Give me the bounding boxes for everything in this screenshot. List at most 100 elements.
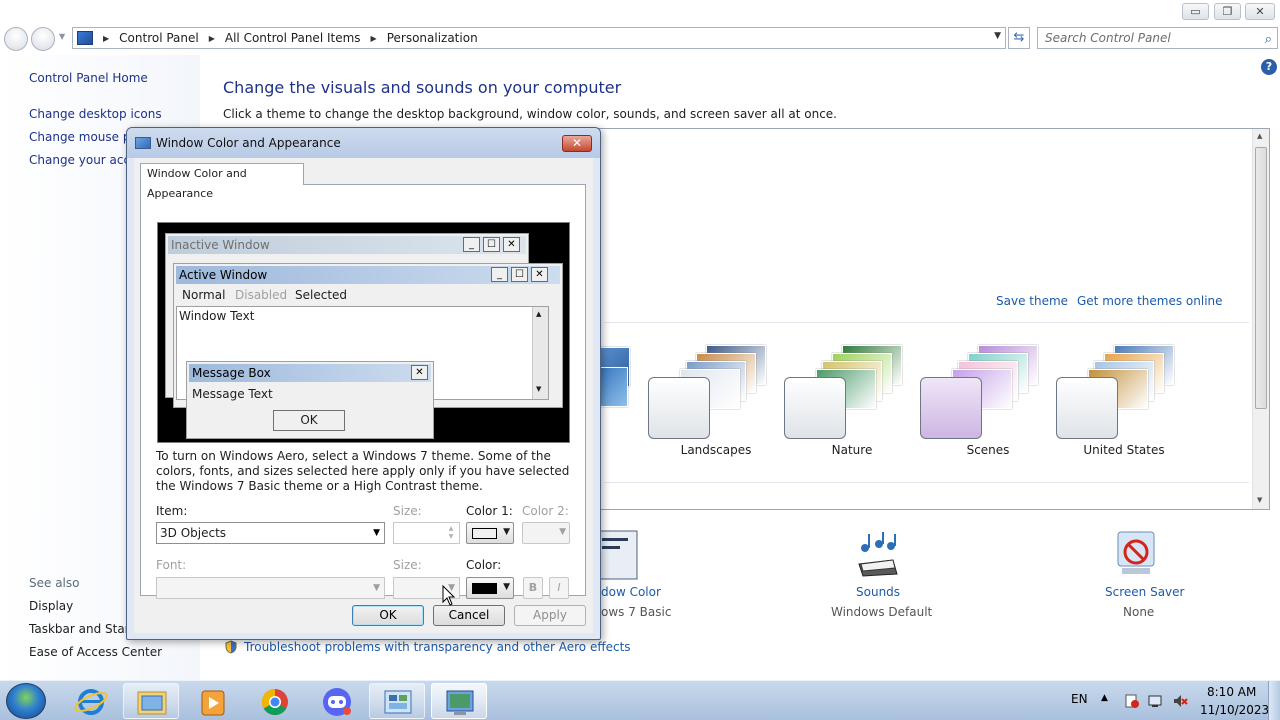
taskbar-discord[interactable]	[308, 683, 364, 719]
tab-panel: Inactive Window _ ☐ ✕ Active Window _ ☐ …	[140, 184, 586, 599]
item-label: Item:	[156, 504, 188, 518]
help-icon[interactable]: ?	[1261, 59, 1277, 75]
taskbar: EN ▲ 8:10 AM 11/10/2023	[0, 680, 1280, 720]
appearance-preview[interactable]: Inactive Window _ ☐ ✕ Active Window _ ☐ …	[157, 222, 570, 443]
close-icon: ✕	[503, 237, 520, 252]
sidebar-item-mouse-pointers[interactable]: Change mouse po	[29, 130, 138, 144]
taskbar-chrome[interactable]	[246, 683, 302, 719]
taskbar-file-explorer[interactable]	[123, 683, 179, 719]
breadcrumb-all-items[interactable]: All Control Panel Items	[225, 31, 361, 45]
theme-scenes[interactable]: Scenes	[920, 345, 1056, 470]
window-color-icon	[598, 530, 638, 580]
troubleshoot-link[interactable]: Troubleshoot problems with transparency …	[244, 640, 631, 654]
internet-explorer-icon	[74, 689, 108, 715]
close-button[interactable]: ✕	[1245, 3, 1275, 20]
refresh-button[interactable]: ⇆	[1008, 27, 1030, 49]
action-center-icon[interactable]	[1124, 693, 1140, 709]
dialog-close-button[interactable]: ✕	[562, 135, 592, 152]
window-color-title[interactable]: dow Color	[601, 585, 661, 599]
breadcrumb-control-panel[interactable]: Control Panel	[119, 31, 199, 45]
dialog-app-icon	[135, 137, 151, 149]
page-subtitle: Click a theme to change the desktop back…	[223, 107, 837, 121]
language-indicator[interactable]: EN	[1071, 692, 1088, 706]
taskbar-internet-explorer[interactable]	[62, 683, 118, 719]
close-icon: ✕	[531, 267, 548, 282]
clock-time[interactable]: 8:10 AM	[1207, 685, 1256, 699]
forward-button[interactable]	[31, 27, 55, 51]
theme-label: Nature	[831, 443, 873, 457]
sidebar-item-account-picture[interactable]: Change your acco	[29, 153, 137, 167]
address-row: ▼ ▶ Control Panel ▶ All Control Panel It…	[0, 25, 1280, 53]
taskbar-personalization[interactable]	[431, 683, 487, 719]
tab-window-color[interactable]: Window Color and Appearance	[140, 163, 304, 200]
item-select-value: 3D Objects	[160, 526, 227, 540]
chevron-down-icon: ▼	[373, 528, 380, 538]
font-label: Font:	[156, 558, 187, 572]
chevron-right-icon[interactable]: ▶	[209, 34, 215, 43]
maximize-button[interactable]: ❐	[1214, 3, 1241, 20]
themes-scrollbar[interactable]: ▲ ▼	[1252, 129, 1269, 509]
chevron-right-icon[interactable]: ▶	[103, 34, 109, 43]
minimize-button[interactable]: ▭	[1182, 3, 1209, 20]
page-title: Change the visuals and sounds on your co…	[223, 78, 622, 97]
color2-button: ▼	[522, 522, 570, 544]
size-label: Size:	[393, 504, 422, 518]
ok-button[interactable]: OK	[352, 605, 424, 626]
taskbar-media-player[interactable]	[184, 683, 240, 719]
color1-swatch	[472, 528, 497, 539]
screen-saver-subtitle: None	[1123, 605, 1155, 619]
taskbar-control-panel[interactable]	[369, 683, 425, 719]
sounds-title[interactable]: Sounds	[856, 585, 900, 599]
save-theme-link[interactable]: Save theme	[996, 294, 1068, 308]
dialog-titlebar[interactable]: Window Color and Appearance ✕	[127, 128, 600, 158]
color1-label: Color 1:	[466, 504, 513, 518]
sidebar-item-desktop-icons[interactable]: Change desktop icons	[29, 107, 162, 121]
maximize-icon: ☐	[511, 267, 528, 282]
clock-date[interactable]: 11/10/2023	[1200, 703, 1269, 717]
search-input[interactable]: Search Control Panel ⌕	[1037, 27, 1278, 49]
sidebar-item-display[interactable]: Display	[29, 599, 73, 613]
get-more-themes-link[interactable]: Get more themes online	[1077, 294, 1223, 308]
divider	[604, 322, 1249, 323]
theme-color-tile	[1056, 377, 1118, 439]
window-titlebar: ▭ ❐ ✕	[0, 0, 1280, 24]
preview-ok-button: OK	[273, 410, 345, 431]
scroll-down-icon[interactable]: ▼	[1257, 496, 1262, 504]
back-button[interactable]	[4, 27, 28, 51]
color1-button[interactable]: ▼	[466, 522, 514, 544]
dialog-body: Window Color and Appearance Inactive Win…	[134, 158, 593, 633]
preview-menu-disabled: Disabled	[235, 288, 288, 302]
search-icon[interactable]: ⌕	[1265, 30, 1272, 50]
scrollbar-thumb[interactable]	[1255, 147, 1267, 409]
theme-label: Scenes	[966, 443, 1010, 457]
recent-pages-icon[interactable]: ▼	[59, 32, 65, 41]
breadcrumb-personalization[interactable]: Personalization	[387, 31, 478, 45]
shield-icon	[225, 640, 237, 654]
chevron-down-icon[interactable]: ▼	[994, 31, 1001, 41]
theme-thumbnail-partial[interactable]	[600, 345, 630, 407]
scroll-up-icon[interactable]: ▲	[1257, 132, 1262, 140]
font-color-button[interactable]: ▼	[466, 577, 514, 599]
network-icon[interactable]	[1148, 693, 1164, 709]
chevron-right-icon[interactable]: ▶	[371, 34, 377, 43]
show-desktop-button[interactable]	[1268, 681, 1280, 720]
item-select[interactable]: 3D Objects ▼	[156, 522, 385, 544]
cancel-button[interactable]: Cancel	[433, 605, 505, 626]
preview-message-box: Message Box ✕ Message Text OK	[186, 361, 434, 439]
sidebar-item-home[interactable]: Control Panel Home	[29, 71, 148, 85]
start-button[interactable]	[6, 683, 46, 719]
media-player-icon	[201, 690, 225, 716]
theme-nature[interactable]: Nature	[784, 345, 920, 470]
theme-landscapes[interactable]: Landscapes	[648, 345, 784, 470]
show-hidden-icons[interactable]: ▲	[1101, 693, 1108, 703]
volume-muted-icon[interactable]	[1172, 693, 1188, 709]
sidebar-item-taskbar[interactable]: Taskbar and Start I	[29, 622, 142, 636]
font-color-swatch	[472, 583, 497, 594]
screen-saver-title[interactable]: Screen Saver	[1105, 585, 1184, 599]
window-color-subtitle: ows 7 Basic	[601, 605, 672, 619]
address-bar[interactable]: ▶ Control Panel ▶ All Control Panel Item…	[72, 27, 1006, 49]
sidebar-item-ease-of-access[interactable]: Ease of Access Center	[29, 645, 162, 659]
control-panel-icon	[384, 690, 412, 714]
theme-united-states[interactable]: United States	[1056, 345, 1192, 470]
apply-button: Apply	[514, 605, 586, 626]
